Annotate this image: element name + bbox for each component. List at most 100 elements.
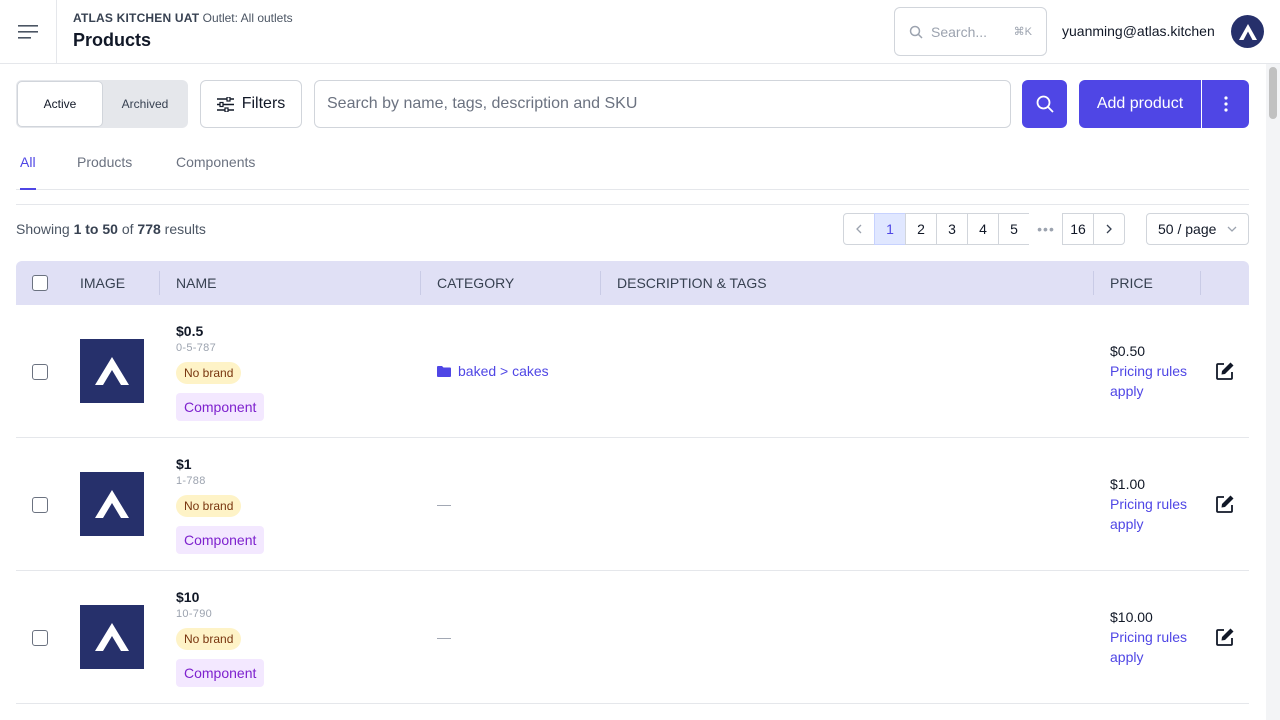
search-shortcut: ⌘K	[1013, 26, 1032, 38]
product-sku: 0-5-787	[176, 342, 217, 354]
product-price: $1.00	[1110, 476, 1146, 492]
product-name[interactable]: $10	[176, 589, 199, 605]
avatar[interactable]	[1231, 15, 1264, 48]
global-search-placeholder: Search...	[931, 23, 988, 40]
menu-button[interactable]	[0, 0, 57, 64]
outlet-label: Outlet: All outlets	[202, 11, 293, 25]
page-16[interactable]: 16	[1062, 213, 1094, 245]
product-search-input[interactable]	[314, 80, 1011, 128]
filter-icon	[216, 96, 234, 112]
search-icon	[909, 25, 923, 39]
product-image	[80, 605, 144, 669]
type-badge: Component	[176, 659, 265, 687]
col-separator	[600, 271, 601, 295]
tab-products[interactable]: Products	[77, 154, 132, 190]
tab-all[interactable]: All	[20, 154, 36, 190]
col-description-tags: DESCRIPTION & TAGS	[617, 275, 767, 291]
edit-icon[interactable]	[1215, 494, 1235, 514]
per-page-value: 50 / page	[1158, 221, 1217, 237]
status-archived[interactable]: Archived	[103, 81, 187, 127]
pricing-rules-link[interactable]: Pricing rules apply	[1110, 627, 1190, 667]
product-image	[80, 472, 144, 536]
atlas-logo-icon	[1238, 23, 1257, 40]
col-separator	[1093, 271, 1094, 295]
tab-components[interactable]: Components	[176, 154, 255, 190]
select-all-checkbox[interactable]	[32, 275, 48, 291]
brand-badge: No brand	[176, 628, 242, 650]
menu-icon	[18, 25, 38, 39]
next-page-button[interactable]	[1093, 213, 1125, 245]
product-price: $10.00	[1110, 609, 1153, 625]
col-category: CATEGORY	[437, 275, 515, 291]
page-ellipsis: •••	[1029, 213, 1063, 245]
pricing-rules-link[interactable]: Pricing rules apply	[1110, 361, 1190, 401]
prev-page-button[interactable]	[843, 213, 875, 245]
global-search[interactable]: Search... ⌘K	[894, 7, 1047, 56]
filters-button[interactable]: Filters	[200, 80, 302, 128]
pagination: 1 2 3 4 5 ••• 16	[843, 213, 1125, 245]
page-1[interactable]: 1	[874, 213, 906, 245]
page-2[interactable]: 2	[905, 213, 937, 245]
filters-label: Filters	[241, 95, 286, 112]
status-active[interactable]: Active	[17, 81, 103, 127]
product-tabs: All Products Components	[16, 140, 1249, 190]
scrollbar[interactable]	[1266, 64, 1280, 720]
edit-icon[interactable]	[1215, 627, 1235, 647]
product-price: $0.50	[1110, 343, 1146, 359]
col-image: IMAGE	[80, 275, 126, 291]
category-empty: —	[437, 496, 451, 512]
col-name: NAME	[176, 275, 217, 291]
brand-badge: No brand	[176, 362, 242, 384]
edit-icon[interactable]	[1215, 361, 1235, 381]
table-row[interactable]: $0.5 0-5-787 No brand Component baked > …	[16, 305, 1249, 438]
more-actions-button[interactable]	[1202, 80, 1249, 128]
atlas-logo-icon	[95, 490, 129, 518]
per-page-select[interactable]: 50 / page	[1146, 213, 1249, 245]
page-4[interactable]: 4	[967, 213, 999, 245]
top-header: ATLAS KITCHEN UAT Outlet: All outlets Pr…	[0, 0, 1280, 64]
chevron-right-icon	[1106, 224, 1112, 234]
user-email[interactable]: yuanming@atlas.kitchen	[1062, 23, 1215, 39]
pricing-rules-link[interactable]: Pricing rules apply	[1110, 494, 1190, 534]
row-checkbox[interactable]	[32, 630, 48, 646]
divider	[16, 204, 1249, 205]
brand-badge: No brand	[176, 495, 242, 517]
search-icon	[1036, 95, 1054, 113]
results-suffix: results	[164, 221, 206, 237]
atlas-logo-icon	[95, 357, 129, 385]
product-sku: 1-788	[176, 475, 206, 487]
org-outlet-info: ATLAS KITCHEN UAT Outlet: All outlets	[73, 11, 293, 25]
row-checkbox[interactable]	[32, 364, 48, 380]
product-name[interactable]: $1	[176, 456, 192, 472]
page-3[interactable]: 3	[936, 213, 968, 245]
page-title: Products	[73, 30, 152, 50]
table-row[interactable]: $1 1-788 No brand Component — $1.00 Pric…	[16, 438, 1249, 571]
page-5[interactable]: 5	[998, 213, 1030, 245]
atlas-logo-icon	[95, 623, 129, 651]
scrollbar-thumb[interactable]	[1269, 67, 1277, 119]
category-label: baked > cakes	[458, 363, 549, 379]
kebab-icon	[1223, 96, 1228, 112]
product-sku: 10-790	[176, 608, 213, 620]
table-row[interactable]: $10 10-790 No brand Component — $10.00 P…	[16, 571, 1249, 704]
col-separator	[420, 271, 421, 295]
status-toggle: Active Archived	[16, 80, 188, 128]
row-checkbox[interactable]	[32, 497, 48, 513]
product-image	[80, 339, 144, 403]
table-header: IMAGE NAME CATEGORY DESCRIPTION & TAGS P…	[16, 261, 1249, 305]
chevron-left-icon	[856, 224, 862, 234]
product-name[interactable]: $0.5	[176, 323, 203, 339]
col-separator	[159, 271, 160, 295]
col-price: PRICE	[1110, 275, 1153, 291]
chevron-down-icon	[1227, 226, 1237, 232]
type-badge: Component	[176, 526, 265, 554]
search-button[interactable]	[1022, 80, 1067, 128]
col-separator	[1200, 271, 1201, 295]
results-prefix: Showing	[16, 221, 70, 237]
category-link[interactable]: baked > cakes	[437, 363, 549, 379]
category-empty: —	[437, 629, 451, 645]
folder-icon	[437, 365, 451, 377]
add-product-button[interactable]: Add product	[1079, 80, 1201, 128]
results-of: of	[121, 221, 134, 237]
type-badge: Component	[176, 393, 265, 421]
